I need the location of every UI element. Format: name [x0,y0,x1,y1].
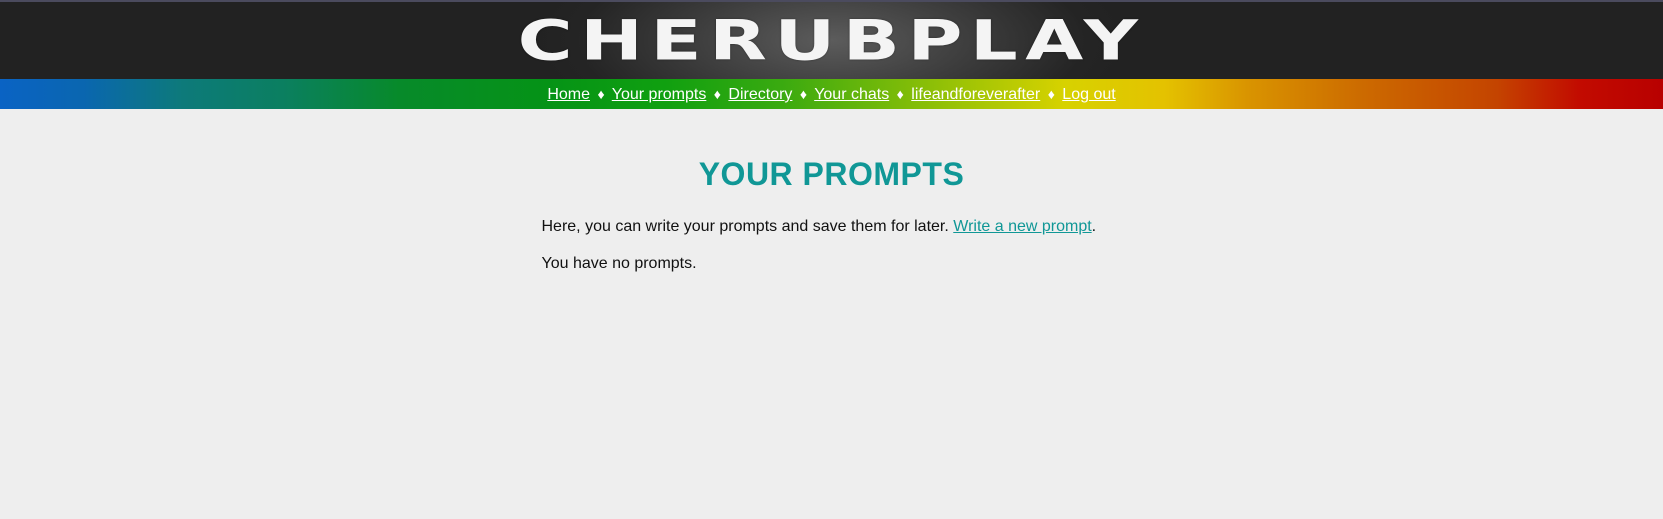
nav-link-your-prompts[interactable]: Your prompts [612,86,707,103]
nav-link-log-out[interactable]: Log out [1062,86,1115,103]
nav-link-username[interactable]: lifeandforeverafter [911,86,1040,103]
nav-link-home[interactable]: Home [547,86,590,103]
nav-link-directory[interactable]: Directory [728,86,792,103]
empty-state-message: You have no prompts. [541,255,697,272]
nav-separator: ♦ [713,86,721,102]
site-header: CHERUBPLAY [0,2,1663,79]
nav-separator: ♦ [799,86,808,102]
nav-separator: ♦ [1047,86,1055,102]
intro-text: Here, you can write your prompts and sav… [541,218,949,235]
nav-separator: ♦ [597,86,605,102]
write-new-prompt-link[interactable]: Write a new prompt [953,218,1091,235]
nav-link-your-chats[interactable]: Your chats [814,86,889,103]
site-logo[interactable]: CHERUBPLAY [0,11,1663,72]
intro-suffix: . [1091,218,1097,235]
main-content: YOUR PROMPTS Here, you can write your pr… [542,109,1122,275]
page-title: YOUR PROMPTS [698,156,965,192]
nav-separator: ♦ [896,86,904,102]
intro-paragraph: Here, you can write your prompts and sav… [542,216,1122,238]
main-nav: Home ♦ Your prompts ♦ Directory ♦ Your c… [0,79,1663,109]
